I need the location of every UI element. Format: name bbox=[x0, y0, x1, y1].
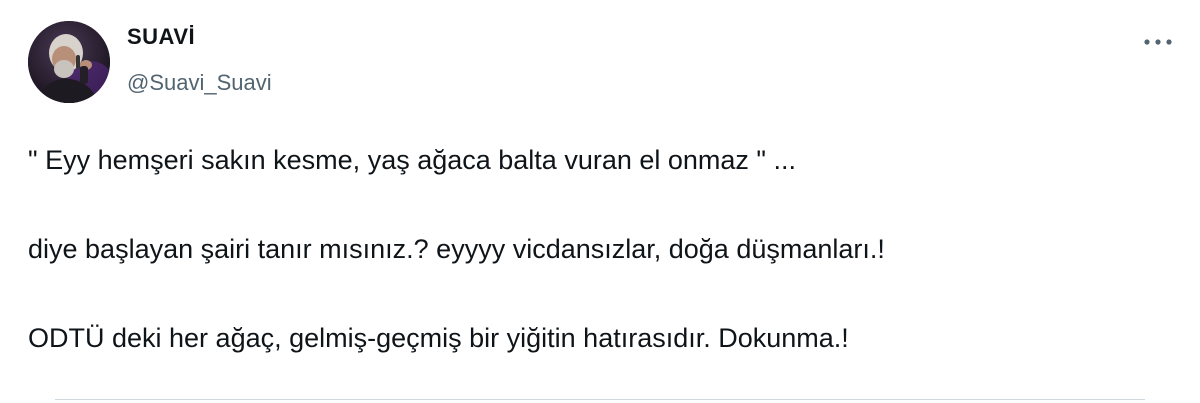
author-handle[interactable]: @Suavi_Suavi bbox=[127, 70, 272, 96]
tweet-paragraph: diye başlayan şairi tanır mısınız.? eyyy… bbox=[28, 234, 885, 264]
tweet-paragraph: ODTÜ deki her ağaç, gelmiş-geçmiş bir yi… bbox=[28, 323, 849, 353]
divider bbox=[55, 399, 1145, 400]
more-options-button[interactable] bbox=[1138, 27, 1178, 57]
profile-photo-icon bbox=[28, 21, 110, 103]
tweet-paragraph: " Eyy hemşeri sakın kesme, yaş ağaca bal… bbox=[28, 145, 797, 175]
tweet-card: SUAVİ @Suavi_Suavi " Eyy hemşeri sakın k… bbox=[0, 0, 1200, 403]
tweet-text: " Eyy hemşeri sakın kesme, yaş ağaca bal… bbox=[28, 143, 1168, 355]
avatar[interactable] bbox=[28, 21, 110, 103]
ellipsis-icon bbox=[1144, 39, 1172, 45]
author-display-name[interactable]: SUAVİ bbox=[127, 24, 195, 50]
